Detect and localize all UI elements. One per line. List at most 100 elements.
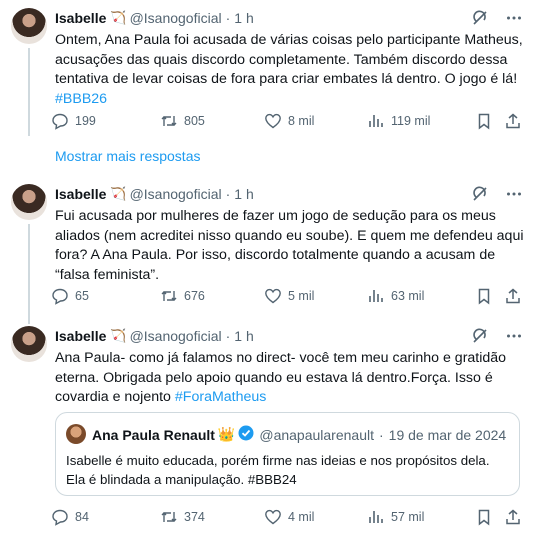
grok-icon[interactable]: [471, 327, 489, 345]
tweet-text-content: Fui acusada por mulheres de fazer um jog…: [55, 208, 524, 283]
share-icon: [504, 287, 522, 305]
quoted-date[interactable]: 19 de mar de 2024: [389, 427, 507, 443]
like-icon: [264, 112, 282, 130]
retweet-icon: [160, 112, 178, 130]
retweet-count: 805: [184, 114, 205, 128]
bookmark-icon: [475, 112, 493, 130]
views-button[interactable]: 119 mil: [367, 112, 430, 130]
quoted-text: Isabelle é muito educada, porém firme na…: [66, 452, 506, 489]
author-name[interactable]: Isabelle: [55, 328, 106, 344]
like-button[interactable]: 5 mil: [264, 287, 314, 305]
views-button[interactable]: 63 mil: [367, 287, 424, 305]
author-handle[interactable]: @Isanogoficial: [130, 186, 222, 202]
reply-count: 65: [75, 289, 89, 303]
share-button[interactable]: [504, 508, 522, 526]
like-icon: [264, 287, 282, 305]
tweet-actions: 65 676 5 mil 63 mil: [51, 287, 526, 307]
views-icon: [367, 112, 385, 130]
tweet-header: Isabelle 🏹 @Isanogoficial · 1 h: [55, 328, 254, 344]
retweet-icon: [160, 508, 178, 526]
like-icon: [264, 508, 282, 526]
reply-icon: [51, 287, 69, 305]
avatar[interactable]: [11, 326, 47, 362]
tweet-header: Isabelle 🏹 @Isanogoficial · 1 h: [55, 186, 254, 202]
separator-dot: ·: [225, 10, 231, 26]
separator-dot: ·: [379, 426, 384, 443]
separator-dot: ·: [225, 328, 231, 344]
show-more-replies-link[interactable]: Mostrar mais respostas: [55, 148, 200, 164]
like-count: 5 mil: [288, 289, 315, 303]
thread-line: [28, 224, 30, 324]
tweet-text: Fui acusada por mulheres de fazer um jog…: [55, 207, 525, 285]
views-count: 57 mil: [391, 510, 425, 524]
retweet-button[interactable]: 676: [160, 287, 205, 305]
bow-emoji: 🏹: [110, 10, 127, 25]
quoted-author-handle[interactable]: @anapaularenault: [259, 427, 374, 443]
share-button[interactable]: [504, 287, 522, 305]
tweet-actions: 199 805 8 mil 119 mil: [51, 112, 526, 132]
grok-icon[interactable]: [471, 185, 489, 203]
tweet-top-icons: [471, 327, 523, 345]
reply-icon: [51, 112, 69, 130]
retweet-button[interactable]: 374: [160, 508, 205, 526]
verified-badge-icon: [238, 425, 254, 444]
hashtag-link[interactable]: #BBB26: [55, 91, 107, 107]
quoted-header: Ana Paula Renault 👑 @anapaularenault · 1…: [92, 425, 506, 444]
quoted-hashtag[interactable]: #BBB24: [248, 472, 297, 487]
bookmark-button[interactable]: [475, 112, 493, 130]
like-button[interactable]: 8 mil: [264, 112, 314, 130]
reply-button[interactable]: 199: [51, 112, 96, 130]
like-button[interactable]: 4 mil: [264, 508, 314, 526]
timestamp[interactable]: 1 h: [234, 328, 253, 344]
avatar[interactable]: [11, 8, 47, 44]
views-count: 63 mil: [391, 289, 425, 303]
bookmark-button[interactable]: [475, 287, 493, 305]
views-count: 119 mil: [391, 114, 431, 128]
tweet-top-icons: [471, 9, 523, 27]
grok-icon[interactable]: [471, 9, 489, 27]
hashtag-link[interactable]: #ForaMatheus: [175, 389, 266, 405]
thread-line: [28, 48, 30, 136]
retweet-count: 374: [184, 510, 205, 524]
like-count: 8 mil: [288, 114, 315, 128]
more-icon[interactable]: [505, 327, 523, 345]
quoted-tweet[interactable]: Ana Paula Renault 👑 @anapaularenault · 1…: [55, 412, 520, 496]
crown-emoji: 👑: [217, 426, 236, 442]
author-handle[interactable]: @Isanogoficial: [130, 10, 222, 26]
quoted-author-name[interactable]: Ana Paula Renault: [92, 427, 215, 443]
quoted-avatar[interactable]: [66, 424, 86, 444]
tweet-top-icons: [471, 185, 523, 203]
tweet-header: Isabelle 🏹 @Isanogoficial · 1 h: [55, 10, 254, 26]
tweet-text: Ana Paula- como já falamos no direct- vo…: [55, 349, 525, 408]
timestamp[interactable]: 1 h: [234, 10, 253, 26]
bookmark-button[interactable]: [475, 508, 493, 526]
retweet-button[interactable]: 805: [160, 112, 205, 130]
author-name[interactable]: Isabelle: [55, 186, 106, 202]
separator-dot: ·: [225, 186, 231, 202]
retweet-count: 676: [184, 289, 205, 303]
retweet-icon: [160, 287, 178, 305]
reply-icon: [51, 508, 69, 526]
tweet-text: Ontem, Ana Paula foi acusada de várias c…: [55, 31, 525, 109]
reply-count: 199: [75, 114, 96, 128]
more-icon[interactable]: [505, 9, 523, 27]
share-button[interactable]: [504, 112, 522, 130]
bookmark-icon: [475, 508, 493, 526]
views-icon: [367, 508, 385, 526]
bow-emoji: 🏹: [110, 186, 127, 201]
views-button[interactable]: 57 mil: [367, 508, 424, 526]
bookmark-icon: [475, 287, 493, 305]
reply-button[interactable]: 84: [51, 508, 89, 526]
views-icon: [367, 287, 385, 305]
timestamp[interactable]: 1 h: [234, 186, 253, 202]
tweet-text-content: Ontem, Ana Paula foi acusada de várias c…: [55, 32, 523, 87]
more-icon[interactable]: [505, 185, 523, 203]
share-icon: [504, 508, 522, 526]
author-handle[interactable]: @Isanogoficial: [130, 328, 222, 344]
tweet-text-content: Ana Paula- como já falamos no direct- vo…: [55, 350, 507, 405]
bow-emoji: 🏹: [110, 328, 127, 343]
reply-button[interactable]: 65: [51, 287, 89, 305]
author-name[interactable]: Isabelle: [55, 10, 106, 26]
share-icon: [504, 112, 522, 130]
avatar[interactable]: [11, 184, 47, 220]
